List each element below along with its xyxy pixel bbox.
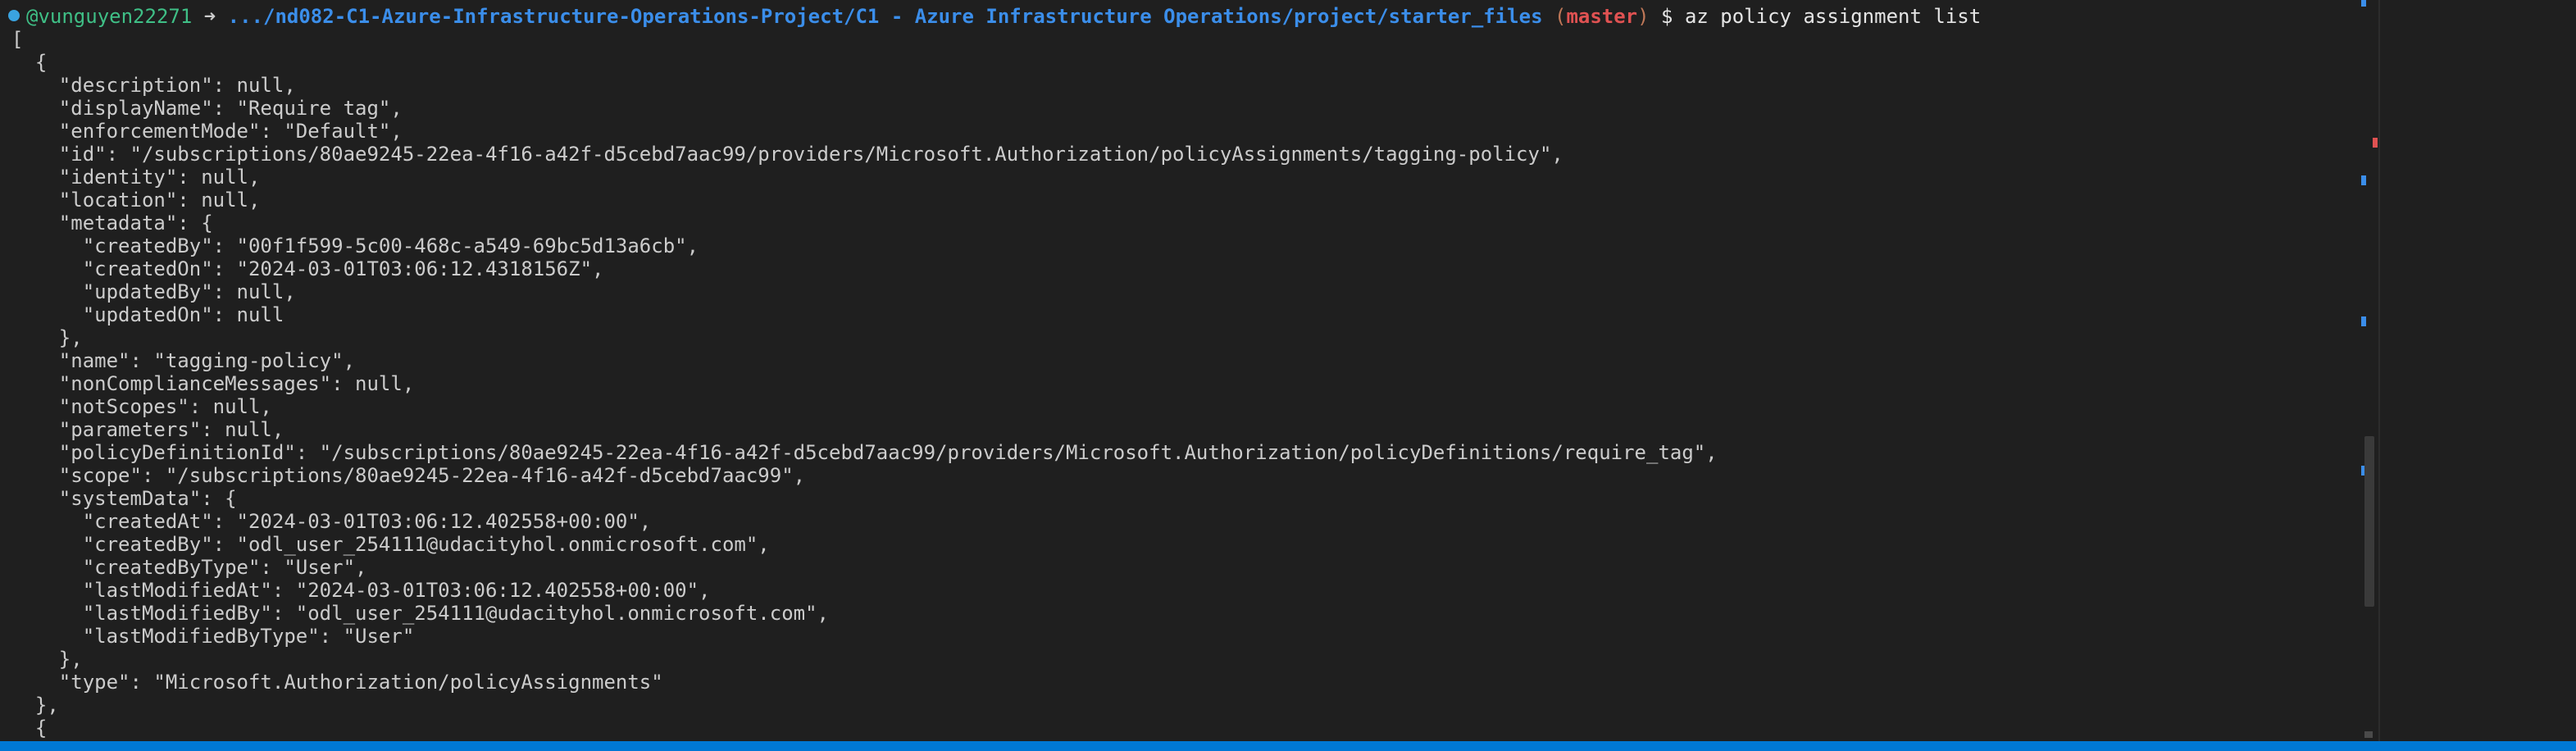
output-line: "lastModifiedBy": "odl_user_254111@udaci… <box>11 602 829 625</box>
output-line: "nonComplianceMessages": null, <box>11 372 415 395</box>
output-line: "updatedBy": null, <box>11 280 296 303</box>
command-status-dot-icon[interactable] <box>8 10 20 21</box>
output-line: "name": "tagging-policy", <box>11 349 356 372</box>
output-line: "id": "/subscriptions/80ae9245-22ea-4f16… <box>11 143 1563 166</box>
prompt-arrow-icon: ➜ <box>203 5 216 28</box>
output-line: "enforcementMode": "Default", <box>11 120 403 143</box>
output-line: "location": null, <box>11 189 261 212</box>
scroll-marker <box>2361 175 2366 185</box>
prompt-user: @vunguyen22271 <box>26 5 193 28</box>
output-line: [ <box>11 28 24 51</box>
scroll-error-marker <box>2373 138 2378 148</box>
output-line: "type": "Microsoft.Authorization/policyA… <box>11 671 663 694</box>
output-line: "parameters": null, <box>11 418 284 441</box>
output-line: "lastModifiedAt": "2024-03-01T03:06:12.4… <box>11 579 711 602</box>
output-line: "updatedOn": null <box>11 303 284 326</box>
git-branch: master <box>1566 5 1638 28</box>
scrollbar-thumb[interactable] <box>2364 436 2374 607</box>
output-line: "scope": "/subscriptions/80ae9245-22ea-4… <box>11 464 806 487</box>
output-line: "identity": null, <box>11 166 261 189</box>
output-line: "notScopes": null, <box>11 395 272 418</box>
output-line: "createdBy": "odl_user_254111@udacityhol… <box>11 533 770 556</box>
output-line: "policyDefinitionId": "/subscriptions/80… <box>11 441 1718 464</box>
prompt-path: .../nd082-C1-Azure-Infrastructure-Operat… <box>227 5 1543 28</box>
panel-divider[interactable] <box>2378 0 2380 741</box>
branch-paren-open: ( <box>1554 5 1567 28</box>
output-line: "createdOn": "2024-03-01T03:06:12.431815… <box>11 257 604 280</box>
scrollbar-end <box>2364 731 2373 738</box>
status-bar <box>0 741 2576 751</box>
scroll-marker <box>2361 0 2366 7</box>
terminal-output[interactable]: @vunguyen22271 ➜ .../nd082-C1-Azure-Infr… <box>0 0 2378 741</box>
terminal-scrollbar[interactable] <box>2361 0 2376 741</box>
output-line: "createdByType": "User", <box>11 556 367 579</box>
command-text: $ az policy assignment list <box>1661 5 1982 28</box>
output-line: "createdBy": "00f1f599-5c00-468c-a549-69… <box>11 234 699 257</box>
output-line: "metadata": { <box>11 212 213 234</box>
branch-paren-close: ) <box>1637 5 1650 28</box>
output-line: { <box>11 717 48 740</box>
output-line: "displayName": "Require tag", <box>11 97 403 120</box>
output-line: "systemData": { <box>11 487 237 510</box>
output-line: "lastModifiedByType": "User" <box>11 625 415 648</box>
output-line: }, <box>11 694 59 717</box>
scroll-marker <box>2361 316 2366 326</box>
output-line: "description": null, <box>11 74 296 97</box>
command-prompt: @vunguyen22271 ➜ .../nd082-C1-Azure-Infr… <box>8 5 1981 28</box>
output-line: }, <box>11 326 83 349</box>
output-line: "createdAt": "2024-03-01T03:06:12.402558… <box>11 510 652 533</box>
output-line: { <box>11 51 48 74</box>
output-line: }, <box>11 648 83 671</box>
